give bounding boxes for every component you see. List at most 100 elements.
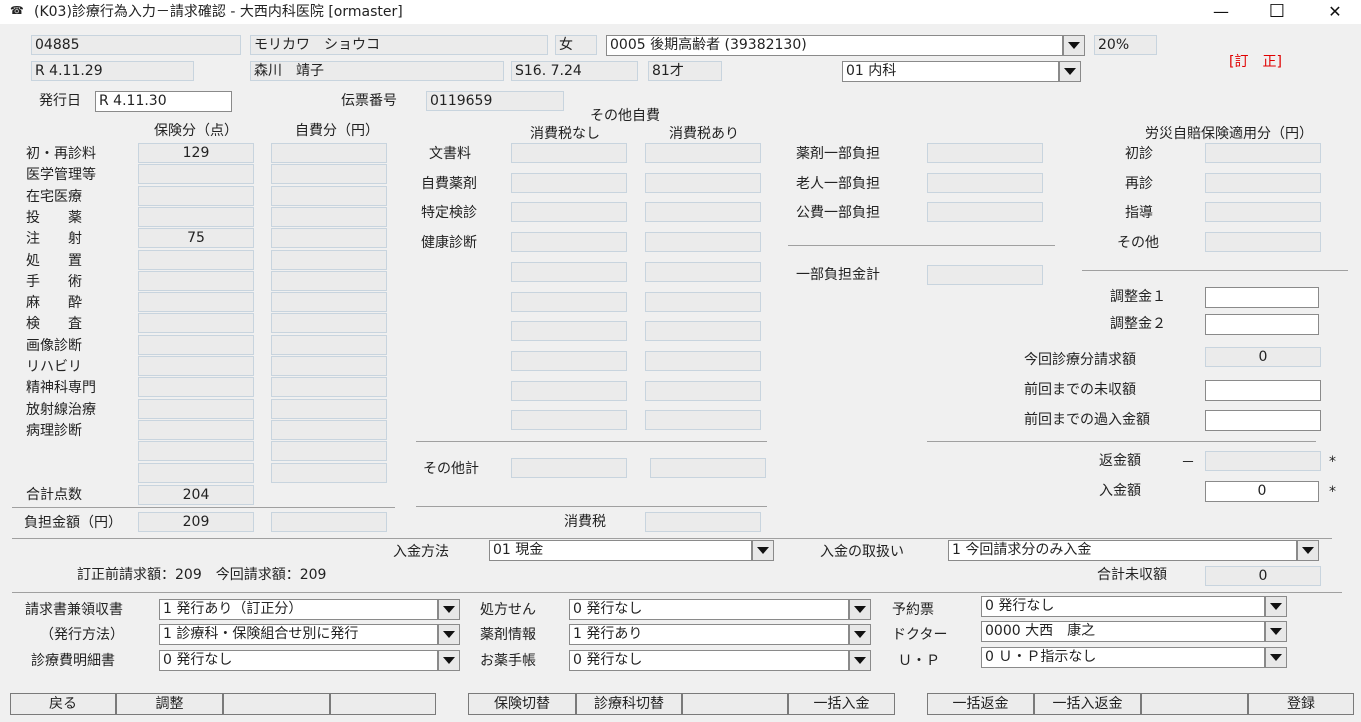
insurance-points	[138, 334, 254, 355]
adjust1-input[interactable]	[1205, 287, 1319, 308]
partial-burden-label: 薬剤一部負担	[796, 146, 880, 162]
rousai-label: 初診	[1125, 146, 1153, 162]
insurance-points	[138, 356, 254, 376]
medicine-notebook-select[interactable]: 0 発行なし	[569, 650, 873, 671]
insurance-points	[138, 185, 254, 206]
prescription-select[interactable]: 0 発行なし	[569, 599, 873, 620]
issue-method-label: （発行方法）	[40, 627, 124, 643]
claim-summary: 訂正前請求額：209 今回請求額：209	[77, 567, 327, 583]
drug-info-select[interactable]: 1 発行あり	[569, 624, 873, 645]
other-item-label: 特定検診	[421, 205, 477, 222]
with-tax-amount	[645, 321, 761, 342]
f4-button[interactable]	[330, 693, 436, 715]
self-pay-amount	[271, 143, 387, 163]
row-label: 在宅医療	[26, 188, 82, 205]
chevron-down-icon[interactable]	[438, 624, 460, 645]
insurance-points	[138, 313, 254, 334]
row-label: 医学管理等	[26, 167, 96, 184]
chevron-down-icon[interactable]	[849, 650, 871, 671]
insurance-points	[138, 206, 254, 227]
issue-method-select[interactable]: 1 診療科・保険組合せ別に発行	[159, 624, 462, 645]
detail-statement-label: 診療費明細書	[31, 653, 115, 669]
doctor-label: ドクター	[892, 627, 948, 643]
issue-date-input[interactable]: R 4.11.30	[95, 91, 232, 112]
f7-button[interactable]	[682, 693, 788, 715]
chevron-down-icon[interactable]	[1059, 61, 1081, 82]
close-button[interactable]: ✕	[1312, 0, 1358, 22]
minimize-button[interactable]: —	[1198, 0, 1244, 22]
title-bar: ☎ (K03)診療行為入力－請求確認 - 大西内科医院 [ormaster] —…	[0, 0, 1361, 24]
row-label: 精神科専門	[26, 380, 96, 397]
detail-statement-select[interactable]: 0 発行なし	[159, 650, 462, 671]
insurance-points	[138, 398, 254, 419]
self-pay-amount	[271, 398, 387, 419]
divider	[416, 506, 767, 507]
partial-burden-amount	[927, 202, 1043, 222]
chevron-down-icon[interactable]	[849, 624, 871, 645]
other-item-label: 文書料	[429, 146, 471, 162]
paid-amount-label: 入金額	[1099, 483, 1141, 499]
total-uncollected: 0	[1205, 566, 1321, 586]
chevron-down-icon[interactable]	[1265, 596, 1287, 617]
maximize-button[interactable]: ☐	[1254, 0, 1300, 22]
insurance-select[interactable]: 0005 後期高齢者 (39382130)	[606, 35, 1087, 56]
adjust-button[interactable]: 調整	[116, 693, 223, 715]
slip-number-label: 伝票番号	[341, 93, 397, 109]
partial-burden-label: 老人一部負担	[796, 175, 880, 192]
total-points: 204	[138, 485, 254, 505]
self-pay-amount	[271, 206, 387, 227]
patient-kana: モリカワ ショウコ	[250, 35, 548, 55]
paid-amount-input[interactable]: 0	[1205, 481, 1319, 502]
divider	[416, 441, 767, 442]
prescription-label: 処方せん	[480, 602, 536, 618]
department-switch-button[interactable]: 診療科切替	[576, 693, 682, 715]
bulk-payment-button[interactable]: 一括入金	[788, 693, 895, 715]
chevron-down-icon[interactable]	[1063, 35, 1085, 56]
self-pay-amount	[271, 313, 387, 334]
rousai-label: 再診	[1125, 175, 1153, 192]
other-subtotal-with-tax	[650, 458, 766, 478]
current-claim-label: 今回診療分請求額	[1024, 352, 1136, 368]
insurance-points	[138, 462, 254, 483]
medicine-notebook-label: お薬手帳	[480, 653, 536, 669]
f3-button[interactable]	[223, 693, 330, 715]
prev-overpaid-input[interactable]	[1205, 410, 1321, 431]
chevron-down-icon[interactable]	[438, 650, 460, 671]
f11-button[interactable]	[1141, 693, 1248, 715]
paid-star: *	[1329, 484, 1336, 500]
self-pay-amount	[271, 270, 387, 291]
chevron-down-icon[interactable]	[1297, 540, 1319, 561]
window-title: (K03)診療行為入力－請求確認 - 大西内科医院 [ormaster]	[34, 4, 403, 20]
payment-method-select[interactable]: 01 現金	[489, 540, 776, 561]
partial-total-label: 一部負担金計	[796, 267, 880, 283]
receipt-select[interactable]: 1 発行あり（訂正分）	[159, 599, 462, 620]
up-select[interactable]: 0 Ｕ・Ｐ指示なし	[981, 647, 1289, 668]
back-button[interactable]: 戻る	[10, 693, 116, 715]
payment-handling-select[interactable]: 1 今回請求分のみ入金	[948, 540, 1321, 561]
register-button[interactable]: 登録	[1248, 693, 1354, 715]
self-pay-amount	[271, 185, 387, 206]
rousai-amount	[1205, 202, 1321, 222]
bulk-payment-refund-button[interactable]: 一括入返金	[1034, 693, 1141, 715]
department-select[interactable]: 01 内科	[842, 61, 1083, 82]
chevron-down-icon[interactable]	[1265, 621, 1287, 642]
adjust2-input[interactable]	[1205, 314, 1319, 335]
burden-amount-label: 負担金額（円）	[24, 515, 122, 531]
bulk-refund-button[interactable]: 一括返金	[927, 693, 1034, 715]
self-pay-amount	[271, 334, 387, 355]
self-pay-amount	[271, 419, 387, 440]
appointment-select[interactable]: 0 発行なし	[981, 596, 1289, 617]
chevron-down-icon[interactable]	[1265, 647, 1287, 668]
insurance-points	[138, 441, 254, 462]
chevron-down-icon[interactable]	[849, 599, 871, 620]
rousai-amount	[1205, 172, 1321, 193]
chevron-down-icon[interactable]	[752, 540, 774, 561]
up-value: 0 Ｕ・Ｐ指示なし	[981, 647, 1265, 668]
rousai-label: 指導	[1125, 205, 1153, 221]
chevron-down-icon[interactable]	[438, 599, 460, 620]
prev-unpaid-input[interactable]	[1205, 380, 1321, 401]
consumption-tax	[645, 512, 761, 532]
insurance-switch-button[interactable]: 保険切替	[468, 693, 576, 715]
doctor-select[interactable]: 0000 大西 康之	[981, 621, 1289, 642]
self-pay-amount	[271, 164, 387, 185]
